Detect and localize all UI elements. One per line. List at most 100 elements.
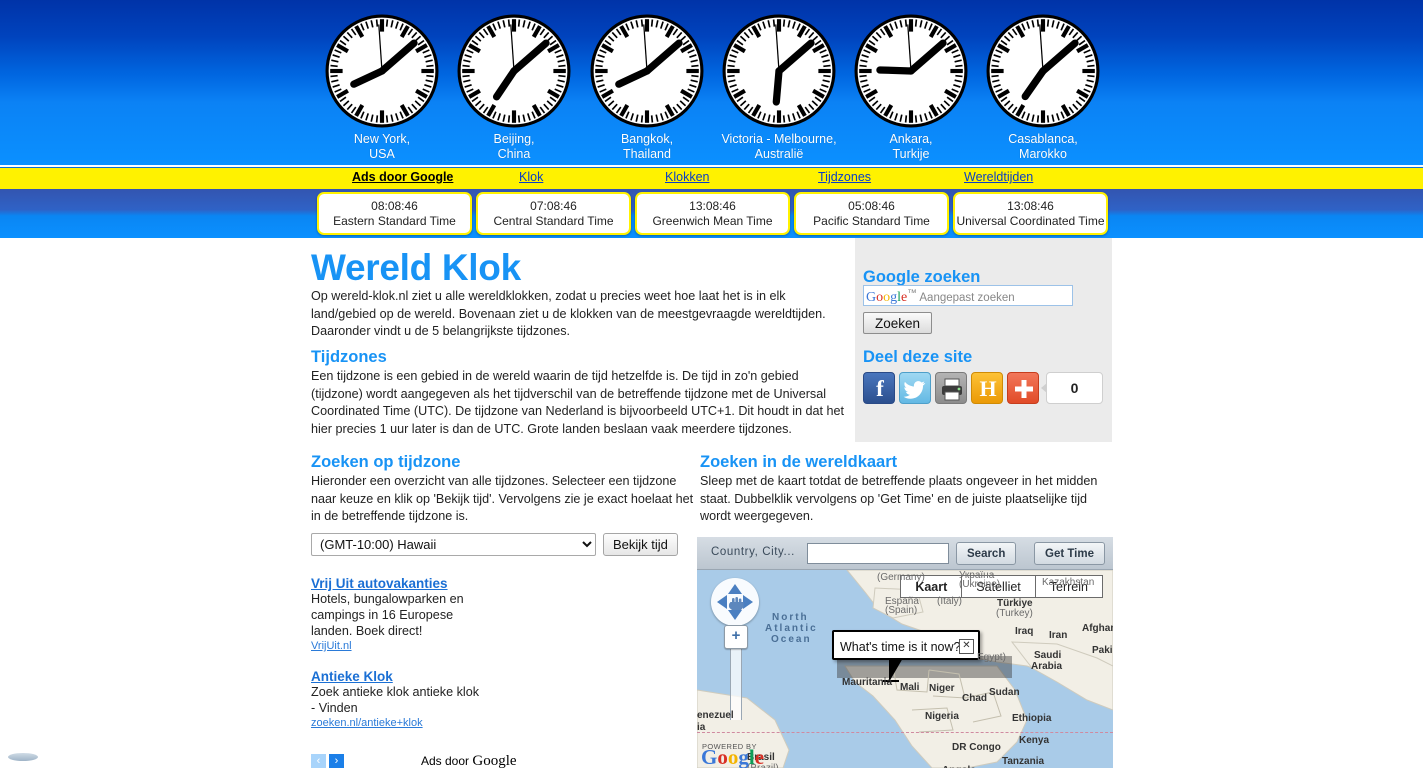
google-ads-block: Vrij Uit autovakanties Hotels, bungalowpa…	[311, 576, 691, 746]
google-ad-item[interactable]: Antieke Klok Zoek antieke klok antieke kl…	[311, 669, 691, 729]
world-clock-page: New York, USA Beijing, China Bangkok, Thailan…	[0, 0, 1423, 768]
map-get-time-button[interactable]: Get Time	[1034, 542, 1105, 565]
map-label: (Ukraine)	[959, 579, 1001, 590]
world-map-widget: Country, City... Search Get Time + Kaart…	[697, 537, 1113, 768]
timezone-time: 13:08:46	[689, 199, 736, 213]
ads-link-tijdzones[interactable]: Tijdzones	[818, 170, 871, 184]
google-ad-url[interactable]: zoeken.nl/antieke+klok	[311, 717, 691, 729]
clock-5: Ankara, Turkije	[841, 14, 981, 162]
tijdzones-heading: Tijdzones	[311, 348, 387, 366]
clock-face	[457, 14, 571, 128]
map-label: Niger	[929, 683, 955, 694]
google-ads-link-bar: Ads door Google Klok Klokken Tijdzones Werel…	[0, 167, 1423, 190]
section-zoeken-op-tijdzone: Zoeken op tijdzone Hieronder een overzic…	[311, 453, 696, 526]
ads-next-icon[interactable]: ›	[329, 754, 344, 768]
facebook-icon[interactable]: f	[863, 372, 895, 404]
section-tijdzones: Tijdzones Een tijdzone is een gebied in …	[311, 348, 851, 438]
share-plus-icon[interactable]	[1007, 372, 1039, 404]
timezone-time: 07:08:46	[530, 199, 577, 213]
main-content: Wereld Klok Op wereld-klok.nl ziet u all…	[0, 238, 1423, 768]
clock-city: Casablanca,	[1008, 132, 1078, 146]
timezone-select-row: (GMT-10:00) Hawaii Bekijk tijd	[311, 533, 696, 556]
close-icon[interactable]: ✕	[959, 639, 974, 654]
timezone-box[interactable]: 05:08:46 Pacific Standard Time	[794, 192, 949, 235]
map-label: Mali	[900, 682, 920, 693]
ads-link-wereldtijden[interactable]: Wereldtijden	[964, 170, 1033, 184]
map-label: (Italy)	[937, 596, 962, 607]
clock-1: New York, USA	[312, 14, 452, 162]
google-ad-title[interactable]: Vrij Uit autovakanties	[311, 576, 691, 591]
google-search-input[interactable]	[863, 285, 1073, 306]
header-banner: New York, USA Beijing, China Bangkok, Thailan…	[0, 0, 1423, 165]
right-col-text: Sleep met de kaart totdat de betreffende…	[700, 474, 1098, 523]
google-ad-description: Zoek antieke klok antieke klok - Vinden	[311, 685, 480, 715]
clock-label: Casablanca, Marokko	[973, 132, 1113, 162]
info-bubble[interactable]: What's time is it now? ✕	[832, 630, 980, 660]
map-label: Iraq	[1015, 626, 1034, 637]
clock-country: China	[497, 147, 531, 161]
timezone-name: Eastern Standard Time	[333, 214, 456, 228]
map-label: Egypt)	[977, 652, 1006, 663]
share-count: 0	[1041, 372, 1103, 404]
clock-label: Beijing, China	[444, 132, 584, 162]
equator-line	[697, 732, 1113, 733]
timezone-box[interactable]: 08:08:46 Eastern Standard Time	[317, 192, 472, 235]
clock-face	[590, 14, 704, 128]
twitter-icon[interactable]	[899, 372, 931, 404]
clock-face	[854, 14, 968, 128]
map-label: Ethiopia	[1012, 713, 1052, 724]
timezone-name: Central Standard Time	[493, 214, 614, 228]
clock-country: USA	[369, 147, 395, 161]
clock-country: Australië	[754, 147, 804, 161]
ads-prev-icon[interactable]: ‹	[311, 754, 326, 768]
google-ad-item[interactable]: Vrij Uit autovakanties Hotels, bungalowpa…	[311, 576, 691, 652]
clock-2: Beijing, China	[444, 14, 584, 162]
clock-3: Bangkok, Thailand	[577, 14, 717, 162]
map-label: Nigeria	[925, 711, 959, 722]
timezone-name: Universal Coordinated Time	[956, 214, 1105, 228]
right-sidebar: Google zoeken Google™ Aangepast zoeken Z…	[855, 238, 1112, 442]
map-label: ia	[697, 722, 706, 733]
google-maps-logo: Google	[701, 745, 765, 768]
map-search-input[interactable]	[807, 543, 949, 564]
map-pan-control[interactable]	[711, 578, 759, 626]
map-label: (Spain)	[885, 605, 918, 616]
map-label: (Turkey)	[996, 608, 1033, 619]
hyves-icon[interactable]: H	[971, 372, 1003, 404]
map-label: enezuel	[697, 710, 734, 721]
map-label: Arabia	[1031, 661, 1063, 672]
clock-country: Thailand	[623, 147, 671, 161]
clock-label: Victoria - Melbourne, Australië	[709, 132, 849, 162]
google-ad-title[interactable]: Antieke Klok	[311, 669, 691, 684]
ads-by-google-label: Ads door Google	[352, 170, 454, 184]
zoeken-button[interactable]: Zoeken	[863, 312, 933, 334]
bekijk-tijd-button[interactable]: Bekijk tijd	[603, 533, 678, 556]
clock-label: Ankara, Turkije	[841, 132, 981, 162]
timezone-select[interactable]: (GMT-10:00) Hawaii	[311, 533, 596, 556]
map-zoom-in-button[interactable]: +	[724, 625, 748, 649]
map-canvas[interactable]: + Kaart Satelliet Terrein What's time is i…	[697, 570, 1113, 768]
left-col-heading: Zoeken op tijdzone	[311, 453, 461, 471]
timezone-time: 08:08:46	[371, 199, 418, 213]
ads-link-klokken[interactable]: Klokken	[665, 170, 709, 184]
map-label: North	[772, 612, 809, 623]
google-ads-footer: ‹ › Ads door Google	[311, 753, 691, 768]
map-label: Pakista	[1092, 645, 1113, 656]
print-icon[interactable]	[935, 372, 967, 404]
timezone-box[interactable]: 13:08:46 Greenwich Mean Time	[635, 192, 790, 235]
map-label: Mauritania	[842, 677, 893, 688]
clock-6: Casablanca, Marokko	[973, 14, 1113, 162]
map-label: Atlantic	[765, 623, 818, 634]
google-ad-url[interactable]: VrijUit.nl	[311, 640, 691, 652]
clock-city: Beijing,	[493, 132, 535, 146]
right-col-heading: Zoeken in de wereldkaart	[700, 453, 898, 471]
ads-link-klok[interactable]: Klok	[519, 170, 543, 184]
page-title: Wereld Klok	[311, 247, 521, 288]
map-label: (Germany)	[877, 572, 925, 583]
share-buttons-row: f H 0	[863, 372, 1103, 406]
map-label: Iran	[1049, 630, 1068, 641]
map-search-button[interactable]: Search	[956, 542, 1017, 565]
timezone-box[interactable]: 07:08:46 Central Standard Time	[476, 192, 631, 235]
timezone-box[interactable]: 13:08:46 Universal Coordinated Time	[953, 192, 1108, 235]
google-wordmark: Google	[472, 753, 517, 768]
